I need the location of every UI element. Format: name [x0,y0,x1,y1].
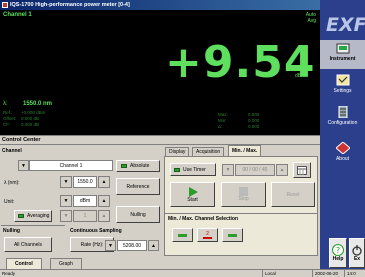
exfo-logo: EXFO [326,14,365,36]
channel-1-led-icon [178,233,187,237]
control-center-title: Control Center [0,136,320,145]
wavelength-input[interactable]: 1550.0 [73,176,97,188]
channel-dropdown-arrow[interactable]: ▼ [18,160,29,171]
sidebar-item-about[interactable]: About [320,140,365,169]
absolute-toggle[interactable]: Absolute [116,160,160,172]
calendar-icon [297,165,307,175]
window-title: IQS-1700 High-performance power meter [0… [10,2,130,8]
channel-group-label: Channel [2,148,22,154]
channel-3-led-icon [228,233,237,237]
rate-input[interactable]: 5208.00 [117,240,147,251]
instrument-icon [336,42,350,54]
group-separator [1,225,65,226]
help-button[interactable]: ? Help [329,238,347,268]
averaging-increment-button[interactable]: ▲ [98,210,110,222]
unit-select[interactable]: dBm [73,195,97,207]
channel-select-button-3[interactable] [222,228,243,242]
tab-control[interactable]: Control [6,258,42,269]
status-time: 14:0 [344,270,365,277]
stat-row: Δ: 0.000 [218,124,260,129]
about-icon [334,141,351,155]
status-mode: Local [262,270,310,277]
stat-row: CF: 0.000 dB [3,122,40,127]
nulling-button[interactable]: Nulling [116,206,160,223]
stop-button[interactable]: Stop [221,182,266,207]
power-icon [352,245,362,256]
use-timer-toggle[interactable]: Use Timer [170,163,216,176]
power-reading: +9.54 [165,37,316,88]
wavelength-field-label: λ (nm): [4,180,20,186]
sidebar-item-instrument[interactable]: Instrument [320,40,365,69]
averaging-input[interactable]: 1 [73,210,97,222]
use-timer-led-icon [174,167,180,172]
unit-decrement-button[interactable]: ▼ [60,195,72,207]
reference-button[interactable]: Reference [116,178,160,195]
continuous-sampling-label: Continuous Sampling [70,228,122,234]
reading-unit: dBm [295,73,306,79]
averaging-decrement-button[interactable]: ▼ [60,210,72,222]
wavelength-value: 1550.0 nm [23,101,53,107]
svg-text:?: ? [336,246,340,255]
panel-separator [164,213,318,214]
channel-select[interactable]: Channel 1 [29,160,113,171]
wavelength-increment-button[interactable]: ▲ [98,176,110,188]
channel-2-led-icon [203,236,212,239]
configuration-icon [336,105,350,119]
timer-increment-button[interactable]: ▲ [276,164,288,176]
status-text: Ready [2,271,16,276]
channel-select-button-2[interactable]: 2 [197,228,218,242]
stop-icon [239,187,248,196]
timer-decrement-button[interactable]: ▼ [222,164,234,176]
auto-sub-label: Avg [307,18,316,24]
sidebar-item-settings[interactable]: Settings [320,72,365,101]
channel-selection-title: Min. / Max. Channel Selection [168,216,239,222]
play-icon [188,186,198,197]
stats-left: Ref.: +0.000 dBm Offset: 0.000 dB CF: 0.000… [3,110,45,128]
reset-button[interactable]: Reset [271,182,315,207]
app-icon [2,2,8,8]
all-channels-button[interactable]: All Channels [4,237,52,252]
help-icon: ? [332,244,344,256]
wavelength-decrement-button[interactable]: ▼ [60,176,72,188]
averaging-led-icon [18,214,24,218]
timer-input[interactable]: 00 / 00 / 45 [235,164,275,176]
absolute-led-icon [121,164,127,168]
averaging-toggle[interactable]: Averaging [14,210,52,222]
window-title-bar: IQS-1700 High-performance power meter [0… [0,0,320,10]
display-channel-label: Channel 1 [3,12,32,18]
calendar-button[interactable] [293,162,311,178]
nulling-group-label: Nulling [3,228,20,234]
channel-select-button-1[interactable] [172,228,193,242]
unit-label: Unit: [4,199,15,205]
rate-decrement-button[interactable]: ▼ [105,240,116,251]
stats-right: Max: 0.000 Min: 0.000 Δ: 0.000 [218,112,259,130]
auto-range-indicator: Auto Avg [296,12,316,24]
start-button[interactable]: Start [170,182,215,207]
tab-graph[interactable]: Graph [50,258,82,269]
status-date: 2002-06-20 [312,270,342,277]
exit-button[interactable]: Ex [349,238,365,268]
status-bar: Ready Local 2002-06-20 14:0 [0,269,365,277]
sidebar-item-configuration[interactable]: Configuration [320,104,365,133]
unit-increment-button[interactable]: ▲ [98,195,110,207]
settings-icon [336,74,350,86]
wavelength-label: λ: [3,101,8,107]
rate-increment-button[interactable]: ▲ [148,240,159,251]
